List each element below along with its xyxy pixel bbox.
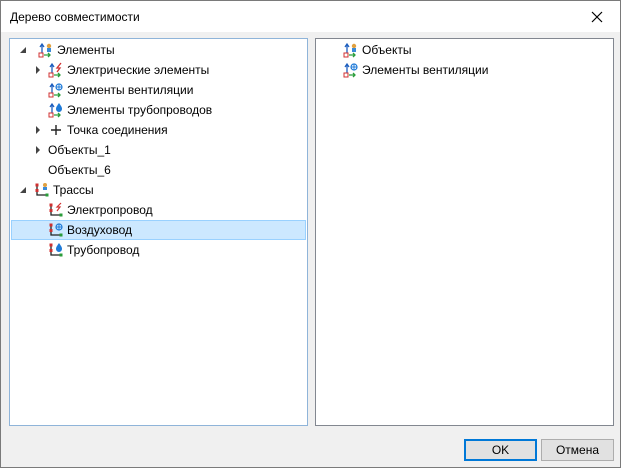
close-icon: [591, 11, 603, 22]
tree-item-label: Элементы: [57, 43, 115, 57]
left-tree-pane[interactable]: Элементы Электрические элементы Элементы…: [9, 38, 308, 426]
tree-item-routes[interactable]: Трассы: [10, 180, 307, 200]
expanded-arrow-icon[interactable]: [18, 185, 28, 195]
tree-item-connection-point[interactable]: Точка соединения: [10, 120, 307, 140]
tree-item-label: Объекты: [362, 43, 412, 57]
tree-item-objects[interactable]: Объекты: [316, 40, 613, 60]
ok-button[interactable]: OK: [464, 439, 537, 461]
tree-item-label: Трассы: [53, 183, 94, 197]
compatibility-tree-dialog: Дерево совместимости Элементы Электричес…: [0, 0, 621, 468]
tree-item-pipeline-route[interactable]: Трубопровод: [10, 240, 307, 260]
tree-item-label: Электропровод: [67, 203, 153, 217]
tree-item-label: Воздуховод: [67, 223, 132, 237]
title-bar: Дерево совместимости: [1, 1, 620, 32]
tree-item-ventilation-elements[interactable]: Элементы вентиляции: [316, 60, 613, 80]
collapsed-arrow-icon[interactable]: [33, 125, 43, 135]
tree-item-label: Элементы вентиляции: [67, 83, 194, 97]
air-duct-icon: [48, 222, 64, 238]
electrical-element-icon: [48, 62, 64, 78]
tree-item-label: Электрические элементы: [67, 63, 210, 77]
tree-item-label: Трубопровод: [67, 243, 140, 257]
tree-item-label: Объекты_6: [48, 163, 111, 177]
tree-item-electrical-elements[interactable]: Электрические элементы: [10, 60, 307, 80]
expanded-arrow-icon[interactable]: [18, 45, 28, 55]
right-tree-pane[interactable]: Объекты Элементы вентиляции: [315, 38, 614, 426]
cancel-button[interactable]: Отмена: [541, 439, 614, 461]
tree-item-pipeline-elements[interactable]: Элементы трубопроводов: [10, 100, 307, 120]
tree-item-label: Элементы трубопроводов: [67, 103, 213, 117]
tree-item-label: Элементы вентиляции: [362, 63, 489, 77]
electric-wire-icon: [48, 202, 64, 218]
elements-tree-icon: [38, 42, 54, 58]
tree-item-objects-1[interactable]: Объекты_1: [10, 140, 307, 160]
pipeline-route-icon: [48, 242, 64, 258]
connection-point-icon: [48, 122, 64, 138]
pipeline-element-icon: [48, 102, 64, 118]
tree-item-air-duct[interactable]: Воздуховод: [11, 220, 306, 240]
collapsed-arrow-icon[interactable]: [33, 145, 43, 155]
ventilation-element-icon: [343, 62, 359, 78]
close-button[interactable]: [574, 1, 620, 32]
ventilation-element-icon: [48, 82, 64, 98]
routes-icon: [34, 182, 50, 198]
objects-icon: [343, 42, 359, 58]
tree-item-objects-6[interactable]: Объекты_6: [10, 160, 307, 180]
tree-item-ventilation-elements[interactable]: Элементы вентиляции: [10, 80, 307, 100]
tree-item-electric-wire[interactable]: Электропровод: [10, 200, 307, 220]
tree-item-label: Точка соединения: [67, 123, 168, 137]
collapsed-arrow-icon[interactable]: [33, 65, 43, 75]
tree-item-elements[interactable]: Элементы: [10, 40, 307, 60]
window-title: Дерево совместимости: [10, 10, 140, 24]
tree-item-label: Объекты_1: [48, 143, 111, 157]
